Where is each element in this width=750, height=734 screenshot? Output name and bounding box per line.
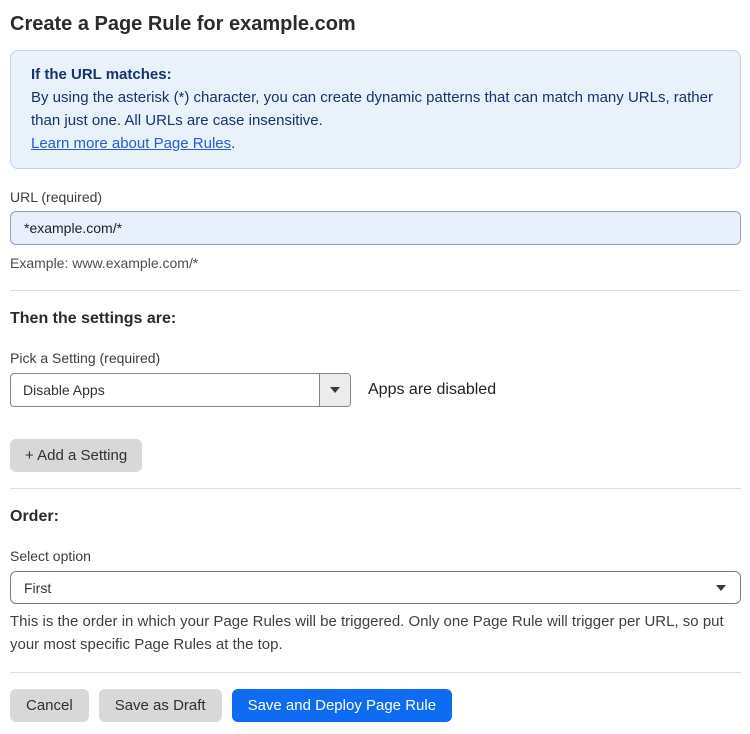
setting-status-text: Apps are disabled [368, 381, 497, 398]
settings-section-heading: Then the settings are: [10, 310, 177, 327]
chevron-down-icon [330, 387, 340, 393]
order-select-value: First [24, 579, 52, 596]
divider [10, 672, 741, 673]
info-box-body: By using the asterisk (*) character, you… [31, 89, 713, 129]
setting-select-arrow-button[interactable] [319, 374, 350, 406]
setting-select[interactable]: Disable Apps [10, 373, 351, 407]
url-match-info-box: If the URL matches: By using the asteris… [10, 50, 741, 169]
save-and-deploy-button[interactable]: Save and Deploy Page Rule [231, 689, 453, 722]
add-setting-button[interactable]: + Add a Setting [10, 439, 143, 472]
order-helper-text: This is the order in which your Page Rul… [10, 613, 724, 653]
setting-select-value: Disable Apps [23, 382, 105, 398]
page-title: Create a Page Rule for example.com [10, 13, 356, 35]
chevron-down-icon [716, 584, 726, 591]
order-select-label: Select option [10, 548, 91, 564]
order-section-heading: Order: [10, 508, 59, 525]
setting-row: Disable Apps Apps are disabled [10, 373, 741, 407]
info-box-heading: If the URL matches: [31, 66, 172, 83]
info-box-link-line: Learn more about Page Rules. [31, 132, 720, 155]
learn-more-link[interactable]: Learn more about Page Rules [31, 135, 231, 152]
url-example-text: Example: www.example.com/* [10, 255, 199, 271]
order-select[interactable]: First [10, 571, 741, 604]
url-field-label: URL (required) [10, 189, 103, 205]
divider [10, 488, 741, 489]
page-rule-form: Create a Page Rule for example.com If th… [0, 0, 750, 734]
url-input[interactable] [10, 211, 741, 245]
divider [10, 290, 741, 291]
footer-actions: Cancel Save as Draft Save and Deploy Pag… [10, 689, 741, 722]
link-suffix: . [231, 135, 236, 152]
pick-setting-label: Pick a Setting (required) [10, 350, 161, 366]
cancel-button[interactable]: Cancel [10, 689, 89, 722]
save-as-draft-button[interactable]: Save as Draft [98, 689, 222, 722]
